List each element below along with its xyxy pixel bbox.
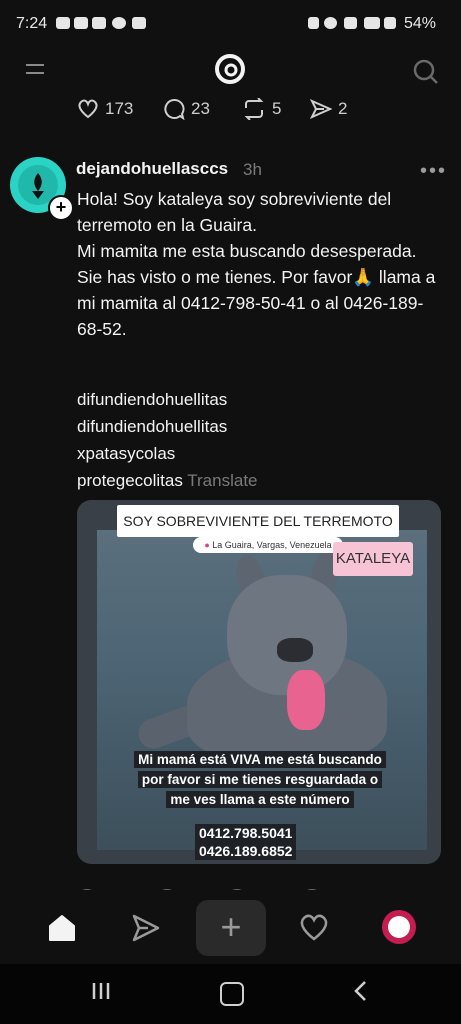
threads-logo-icon[interactable] bbox=[211, 50, 249, 88]
image-dog-name: KATALEYA bbox=[333, 542, 413, 576]
post-text: Hola! Soy kataleya soy sobreviviente del… bbox=[77, 186, 447, 342]
image-location: ● La Guaira, Vargas, Venezuela bbox=[193, 537, 343, 553]
wifi-icon bbox=[364, 17, 380, 29]
reply-count[interactable]: 23 bbox=[163, 96, 210, 122]
image-banner: SOY SOBREVIVIENTE DEL TERREMOTO bbox=[117, 505, 399, 537]
battery-level: 54% bbox=[404, 15, 437, 32]
youtube-icon bbox=[74, 17, 88, 29]
more-options-icon[interactable]: ••• bbox=[420, 160, 447, 183]
post-image[interactable]: SOY SOBREVIVIENTE DEL TERREMOTO ● La Gua… bbox=[77, 500, 441, 864]
signal-icon bbox=[384, 17, 396, 29]
image-phone: 0426.189.6852 bbox=[195, 842, 297, 860]
alarm-icon bbox=[308, 17, 319, 29]
post-text-line: Mi mamita me esta buscando desesperada. bbox=[77, 241, 417, 261]
recent-apps-icon[interactable] bbox=[90, 980, 112, 1002]
clock-icon bbox=[324, 17, 337, 29]
status-bar: 7:24 54% bbox=[0, 0, 461, 50]
image-caption-line: Mi mamá está VIVA me está buscando bbox=[134, 751, 386, 768]
post-text-line: Hola! Soy kataleya soy sobreviviente del… bbox=[77, 189, 392, 235]
menu-icon[interactable] bbox=[26, 64, 46, 78]
gallery-icon bbox=[132, 17, 146, 29]
location-pin-icon: ● bbox=[204, 540, 210, 550]
profile-avatar-image bbox=[388, 916, 410, 938]
post-text-line: Sie has visto o me tienes. Por favor🙏 ll… bbox=[77, 267, 436, 339]
heart-icon[interactable] bbox=[298, 912, 330, 944]
mute-icon bbox=[344, 17, 357, 29]
like-count-value: 173 bbox=[105, 99, 134, 118]
post-username[interactable]: dejandohuellasccs bbox=[76, 159, 228, 179]
post-actions-row-partial bbox=[77, 882, 377, 890]
image-location-text: La Guaira, Vargas, Venezuela bbox=[212, 540, 332, 550]
status-time: 7:24 bbox=[16, 15, 48, 32]
post-timestamp: 3h bbox=[243, 160, 262, 179]
follow-plus-icon[interactable]: + bbox=[48, 195, 74, 221]
translate-link[interactable]: Translate bbox=[187, 471, 257, 490]
youtube-icon bbox=[92, 17, 106, 29]
search-icon[interactable] bbox=[410, 56, 440, 86]
whatsapp-icon bbox=[112, 17, 126, 29]
image-caption: Mi mamá está VIVA me está buscando por f… bbox=[115, 750, 405, 810]
dog-head bbox=[227, 575, 347, 695]
repost-count[interactable]: 5 bbox=[242, 96, 281, 122]
image-phone-numbers: 0412.798.5041 0426.189.6852 bbox=[195, 824, 335, 860]
repost-count-value: 5 bbox=[272, 99, 282, 118]
back-icon[interactable] bbox=[350, 980, 372, 1002]
hashtag[interactable]: xpatasycolas bbox=[77, 440, 447, 467]
hashtag-list: difundiendohuellitas difundiendohuellita… bbox=[77, 386, 447, 494]
cloud-icon bbox=[56, 17, 70, 29]
home-icon[interactable] bbox=[46, 912, 78, 944]
heart-icon bbox=[78, 99, 98, 119]
create-post-button[interactable]: + bbox=[196, 900, 266, 956]
image-caption-line: por favor si me tienes resguardada o bbox=[137, 771, 383, 788]
reply-count-value: 23 bbox=[191, 99, 210, 118]
hashtag[interactable]: difundiendohuellitas bbox=[77, 386, 447, 413]
hashtag[interactable]: protegecolitas bbox=[77, 471, 183, 490]
send-icon[interactable] bbox=[130, 912, 162, 944]
hashtag[interactable]: difundiendohuellitas bbox=[77, 413, 447, 440]
image-phone: 0412.798.5041 bbox=[195, 824, 297, 842]
repost-icon bbox=[244, 98, 264, 120]
share-count-value: 2 bbox=[338, 99, 348, 118]
dog-tongue bbox=[287, 670, 325, 730]
system-home-icon[interactable] bbox=[220, 982, 244, 1006]
image-caption-line: me ves llama a este número bbox=[166, 791, 354, 808]
like-count[interactable]: 173 bbox=[77, 96, 133, 122]
comment-icon bbox=[164, 99, 185, 120]
share-count[interactable]: 2 bbox=[310, 96, 347, 122]
dog-nose bbox=[277, 638, 313, 662]
send-icon bbox=[310, 99, 332, 119]
